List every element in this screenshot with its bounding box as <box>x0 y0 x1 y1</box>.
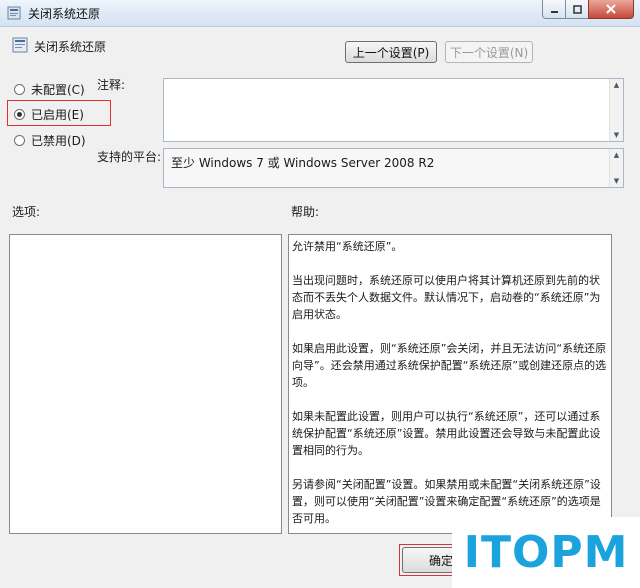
scroll-up-icon[interactable]: ▲ <box>614 149 619 161</box>
maximize-icon <box>572 4 582 14</box>
title-bar[interactable]: 关闭系统还原 <box>0 0 640 27</box>
help-paragraph: 当出现问题时，系统还原可以使用户将其计算机还原到先前的状态而不丢失个人数据文件。… <box>292 274 601 321</box>
options-label: 选项: <box>12 205 41 219</box>
comment-label: 注释: <box>97 78 126 92</box>
comment-scrollbar[interactable]: ▲ ▼ <box>609 79 623 141</box>
scroll-down-icon[interactable]: ▼ <box>614 175 619 187</box>
radio-not-configured[interactable]: 未配置(C) <box>14 81 85 98</box>
policy-dialog: 关闭系统还原 关闭系统还原 上一个设置(P) 下一个设置(N) 未配置(C) 已… <box>0 0 640 588</box>
radio-disabled[interactable]: 已禁用(D) <box>14 132 86 149</box>
minimize-button[interactable] <box>542 0 566 19</box>
help-paragraph: 如果启用此设置，则“系统还原”会关闭，并且无法访问“系统还原向导”。还会禁用通过… <box>292 342 607 389</box>
minimize-icon <box>550 10 558 13</box>
watermark-text: ITOPM <box>463 527 629 578</box>
comment-field[interactable]: ▲ ▼ <box>163 78 624 142</box>
radio-label: 已禁用(D) <box>31 134 86 148</box>
radio-label: 未配置(C) <box>31 83 85 97</box>
platform-scrollbar[interactable]: ▲ ▼ <box>609 149 623 187</box>
policy-icon <box>7 6 21 20</box>
enabled-highlight <box>7 100 111 126</box>
help-text: 允许禁用“系统还原”。 当出现问题时，系统还原可以使用户将其计算机还原到先前的状… <box>292 238 608 544</box>
radio-button[interactable] <box>14 84 25 95</box>
previous-setting-button[interactable]: 上一个设置(P) <box>345 41 437 63</box>
setting-icon <box>12 37 28 53</box>
platform-value: 至少 Windows 7 或 Windows Server 2008 R2 <box>171 156 435 170</box>
help-paragraph: 允许禁用“系统还原”。 <box>292 240 403 253</box>
maximize-button[interactable] <box>565 0 589 19</box>
watermark-logo: ITOPM <box>452 517 640 588</box>
platform-label: 支持的平台: <box>97 150 162 164</box>
scroll-down-icon[interactable]: ▼ <box>614 129 619 141</box>
scroll-up-icon[interactable]: ▲ <box>614 79 619 91</box>
setting-title: 关闭系统还原 <box>34 40 107 54</box>
radio-button[interactable] <box>14 135 25 146</box>
help-label: 帮助: <box>291 205 320 219</box>
close-icon <box>606 4 616 14</box>
help-panel: 允许禁用“系统还原”。 当出现问题时，系统还原可以使用户将其计算机还原到先前的状… <box>288 234 612 534</box>
options-panel <box>9 234 282 534</box>
next-setting-button[interactable]: 下一个设置(N) <box>445 41 533 63</box>
close-button[interactable] <box>588 0 634 19</box>
help-paragraph: 如果未配置此设置，则用户可以执行“系统还原”，还可以通过系统保护配置“系统还原”… <box>292 410 601 457</box>
window-title: 关闭系统还原 <box>28 7 101 21</box>
platform-field: 至少 Windows 7 或 Windows Server 2008 R2 ▲ … <box>163 148 624 188</box>
